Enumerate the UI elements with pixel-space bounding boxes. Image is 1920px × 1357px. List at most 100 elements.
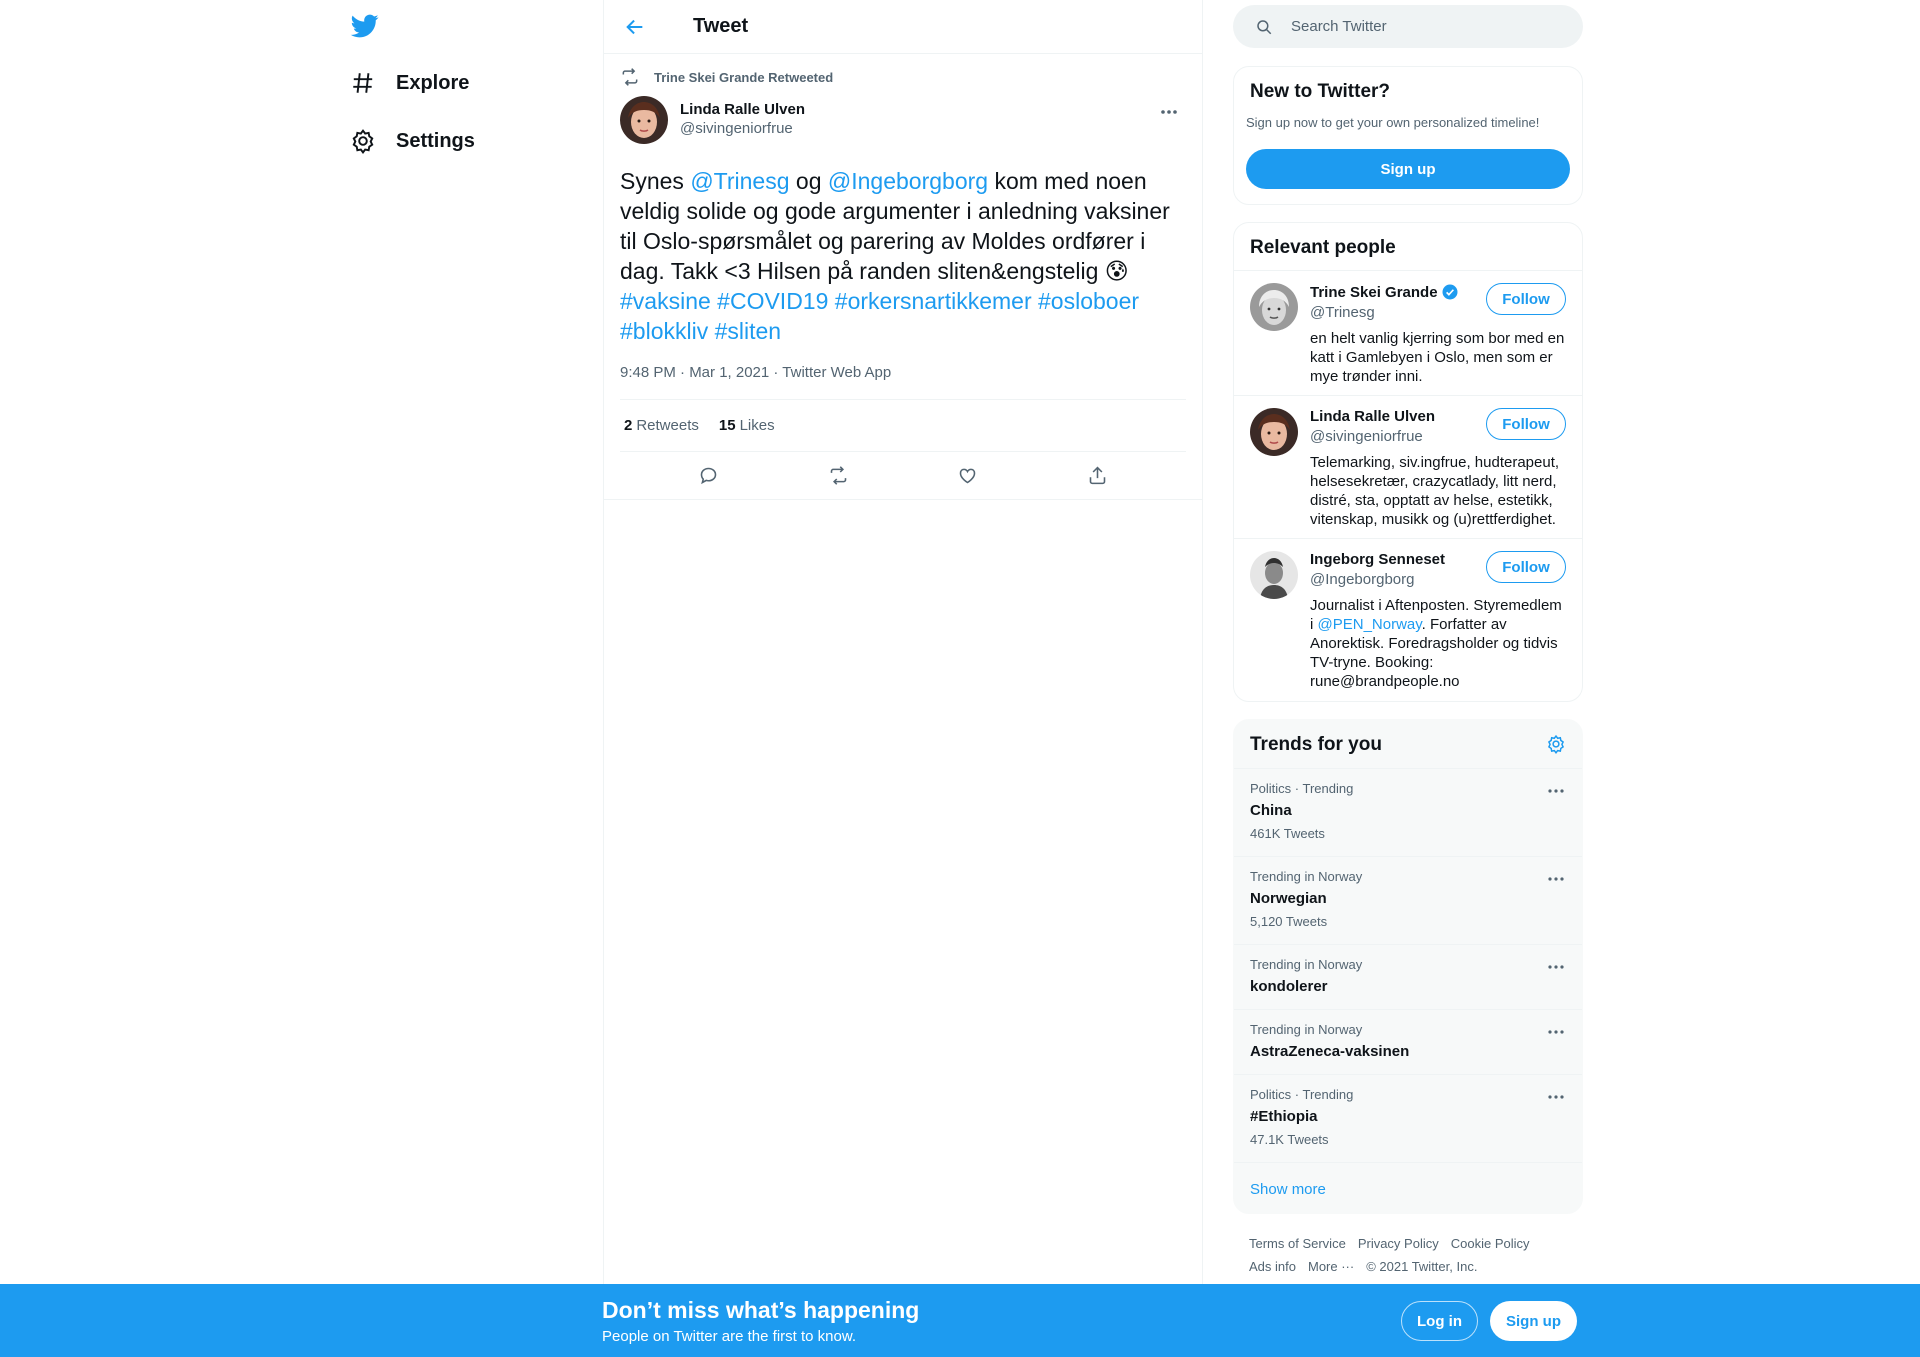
new-to-twitter-card: New to Twitter? Sign up now to get your …: [1233, 66, 1583, 205]
more-dots-icon: [1548, 877, 1564, 881]
person-name[interactable]: Trine Skei Grande: [1310, 284, 1438, 301]
avatar[interactable]: [1250, 408, 1298, 456]
avatar[interactable]: [1250, 283, 1298, 331]
person-bio: Journalist i Aftenposten. Styremedlem i …: [1310, 596, 1566, 691]
likes-label: Likes: [739, 417, 775, 434]
hashtag-link[interactable]: #vaksine: [620, 288, 711, 314]
footer-link[interactable]: Ads info: [1249, 1259, 1296, 1274]
sign-up-button[interactable]: Sign up: [1246, 149, 1570, 189]
avatar[interactable]: [620, 96, 668, 144]
verified-badge-icon: [1442, 284, 1458, 300]
page-title: Tweet: [693, 15, 749, 37]
back-arrow-icon[interactable]: [624, 16, 646, 38]
show-more-link[interactable]: Show more: [1234, 1163, 1582, 1216]
more-dots-icon: [1548, 1030, 1564, 1034]
trend-more-button[interactable]: [1546, 1087, 1566, 1107]
new-to-twitter-text: Sign up now to get your own personalized…: [1246, 115, 1540, 130]
avatar[interactable]: [1250, 551, 1298, 599]
trends-card: Trends for you Politics · Trending China…: [1233, 719, 1583, 1214]
reply-button[interactable]: [691, 458, 727, 494]
trend-item[interactable]: Politics · Trending China 461K Tweets: [1234, 769, 1582, 857]
footer-link[interactable]: Cookie Policy: [1451, 1236, 1530, 1251]
nav-settings[interactable]: Settings: [350, 116, 475, 166]
person-name[interactable]: Linda Ralle Ulven: [1310, 408, 1435, 425]
relevant-people-title: Relevant people: [1234, 223, 1582, 271]
nav-explore-label: Explore: [396, 71, 470, 94]
share-icon: [1089, 466, 1106, 485]
trend-item[interactable]: Trending in Norway AstraZeneca-vaksinen: [1234, 1010, 1582, 1075]
retweeted-by-label[interactable]: Trine Skei Grande Retweeted: [654, 70, 833, 85]
retweets-stat[interactable]: 2 Retweets: [624, 417, 699, 434]
follow-button[interactable]: Follow: [1486, 551, 1566, 583]
footer-link[interactable]: Privacy Policy: [1358, 1236, 1439, 1251]
trend-count: 47.1K Tweets: [1250, 1132, 1329, 1147]
tweet-text: Synes @Trinesg og @Ingeborgborg kom med …: [620, 166, 1186, 346]
nav-explore[interactable]: Explore: [350, 58, 469, 108]
mention-link[interactable]: @Ingeborgborg: [828, 168, 988, 194]
retweet-icon: [622, 68, 638, 86]
more-dots-icon: [1548, 789, 1564, 793]
tweet: Trine Skei Grande Retweeted Linda Ralle …: [604, 54, 1202, 500]
footer-link[interactable]: More ···: [1308, 1259, 1354, 1274]
twitter-bird-icon[interactable]: [350, 12, 380, 40]
trend-context: Trending in Norway: [1250, 1022, 1363, 1037]
likes-count: 15: [718, 417, 736, 434]
reply-icon: [700, 467, 717, 485]
log-in-button[interactable]: Log in: [1401, 1301, 1478, 1341]
gear-icon[interactable]: [1546, 734, 1566, 754]
footer-link[interactable]: Terms of Service: [1249, 1236, 1346, 1251]
footer: Terms of Service Privacy Policy Cookie Pol…: [1249, 1232, 1579, 1278]
nav-settings-label: Settings: [396, 129, 475, 152]
mention-link[interactable]: @PEN_Norway: [1318, 616, 1422, 633]
hashtag-link[interactable]: #orkersnartikkemer: [835, 288, 1032, 314]
main-header: Tweet: [604, 0, 1202, 54]
search-icon: [1257, 19, 1272, 34]
author-handle[interactable]: @sivingeniorfrue: [680, 120, 805, 137]
person-name[interactable]: Ingeborg Senneset: [1310, 551, 1445, 568]
trend-context: Trending in Norway: [1250, 957, 1363, 972]
relevant-people-card: Relevant people Trine Skei Grande @Trine…: [1233, 222, 1583, 702]
tweet-text-part: Synes: [620, 168, 691, 194]
search-input[interactable]: [1291, 18, 1551, 35]
hashtag-link[interactable]: #sliten: [715, 318, 781, 344]
trend-item[interactable]: Trending in Norway kondolerer: [1234, 945, 1582, 1010]
more-options-button[interactable]: [1152, 98, 1186, 126]
gear-icon: [352, 129, 374, 154]
trend-more-button[interactable]: [1546, 1022, 1566, 1042]
search-box[interactable]: [1233, 5, 1583, 48]
likes-stat[interactable]: 15 Likes: [719, 417, 775, 434]
trend-item[interactable]: Trending in Norway Norwegian 5,120 Tweet…: [1234, 857, 1582, 945]
retweet-button[interactable]: [820, 458, 856, 494]
person-item[interactable]: Linda Ralle Ulven @sivingeniorfrue Telem…: [1234, 396, 1582, 539]
person-item[interactable]: Trine Skei Grande @Trinesg en helt vanli…: [1234, 271, 1582, 396]
like-button[interactable]: [950, 458, 986, 494]
trend-item[interactable]: Politics · Trending #Ethiopia 47.1K Twee…: [1234, 1075, 1582, 1163]
person-item[interactable]: Ingeborg Senneset @Ingeborgborg Journali…: [1234, 539, 1582, 700]
retweeted-by: Trine Skei Grande Retweeted: [620, 54, 1186, 96]
sign-up-button[interactable]: Sign up: [1490, 1301, 1577, 1341]
more-dots-icon: [1548, 965, 1564, 969]
author-name[interactable]: Linda Ralle Ulven: [680, 101, 805, 118]
trends-title-text: Trends for you: [1250, 734, 1382, 755]
follow-button[interactable]: Follow: [1486, 408, 1566, 440]
follow-button[interactable]: Follow: [1486, 283, 1566, 315]
mention-link[interactable]: @Trinesg: [690, 168, 789, 194]
more-dots-icon: [1161, 110, 1177, 114]
trend-count: 461K Tweets: [1250, 826, 1325, 841]
trend-more-button[interactable]: [1546, 869, 1566, 889]
hashtag-link[interactable]: #COVID19: [717, 288, 828, 314]
trend-title: kondolerer: [1250, 978, 1328, 995]
hashtag-link[interactable]: #osloboer: [1038, 288, 1139, 314]
tweet-author: Linda Ralle Ulven @sivingeniorfrue: [620, 96, 1186, 150]
hashtag-link[interactable]: #blokkliv: [620, 318, 708, 344]
bottom-bar-subtitle: People on Twitter are the first to know.: [602, 1328, 857, 1345]
trend-more-button[interactable]: [1546, 957, 1566, 977]
new-to-twitter-title: New to Twitter?: [1250, 81, 1391, 102]
trend-title: #Ethiopia: [1250, 1108, 1318, 1125]
share-button[interactable]: [1079, 458, 1115, 494]
tweet-timestamp[interactable]: 9:48 PM · Mar 1, 2021 · Twitter Web App: [620, 364, 1186, 400]
more-dots-icon: [1548, 1095, 1564, 1099]
trend-more-button[interactable]: [1546, 781, 1566, 801]
tweet-stats: 2 Retweets 15 Likes: [620, 400, 1186, 452]
trend-context: Politics · Trending: [1250, 1087, 1354, 1102]
